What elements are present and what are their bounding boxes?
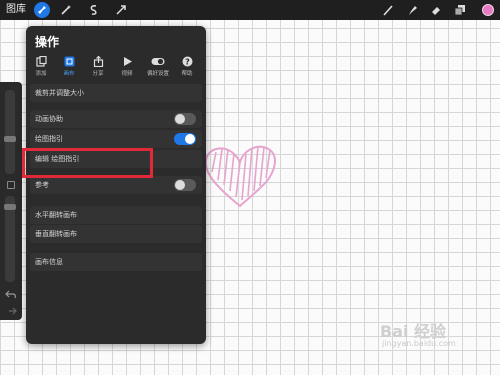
brush-size-knob[interactable] xyxy=(4,136,16,142)
help-icon: ? xyxy=(173,56,201,67)
smudge-icon[interactable] xyxy=(404,2,420,18)
tab-add[interactable]: 添加 xyxy=(27,56,55,77)
wrench-icon[interactable] xyxy=(34,2,50,18)
toggle-icon xyxy=(144,56,172,67)
left-sidebar xyxy=(0,82,22,320)
color-picker[interactable] xyxy=(482,4,494,16)
gallery-button[interactable]: 图库 xyxy=(6,3,26,17)
brush-size-slider[interactable] xyxy=(4,90,16,174)
tab-share[interactable]: 分享 xyxy=(84,56,112,77)
reference-toggle[interactable] xyxy=(174,179,196,191)
opacity-knob[interactable] xyxy=(4,204,16,210)
crop-resize-item[interactable]: 裁剪并调整大小 xyxy=(30,84,202,102)
flip-vertical-item[interactable]: 垂直翻转画布 xyxy=(30,225,202,243)
modify-button[interactable] xyxy=(7,181,15,189)
actions-panel: 操作 添加 画布 分享 视频 偏好设置 ? 帮助 裁剪并调整大小 动画协助 绘图… xyxy=(26,26,206,344)
add-icon xyxy=(27,56,55,67)
brush-icon[interactable] xyxy=(380,2,396,18)
svg-text:?: ? xyxy=(185,57,190,66)
eraser-icon[interactable] xyxy=(428,2,444,18)
drawing-guide-item[interactable]: 绘图指引 xyxy=(30,130,202,148)
opacity-slider[interactable] xyxy=(4,196,16,282)
selection-icon[interactable] xyxy=(86,2,102,18)
undo-icon[interactable] xyxy=(5,288,17,300)
highlight-box xyxy=(22,148,153,178)
watermark-url: jingyan.baidu.com xyxy=(382,339,456,348)
canvas-info-item[interactable]: 画布信息 xyxy=(30,253,202,271)
flip-horizontal-item[interactable]: 水平翻转画布 xyxy=(30,206,202,224)
redo-icon[interactable] xyxy=(5,305,17,317)
tab-help[interactable]: ? 帮助 xyxy=(173,56,201,77)
layers-icon[interactable] xyxy=(452,2,468,18)
tab-video[interactable]: 视频 xyxy=(113,56,141,77)
heart-drawing xyxy=(204,145,276,208)
tab-preferences[interactable]: 偏好设置 xyxy=(144,56,172,77)
animation-assist-item[interactable]: 动画协助 xyxy=(30,110,202,128)
play-icon xyxy=(113,56,141,67)
top-toolbar: 图库 xyxy=(0,0,500,20)
reference-item[interactable]: 参考 xyxy=(30,176,202,194)
magic-wand-icon[interactable] xyxy=(58,2,74,18)
panel-title: 操作 xyxy=(35,35,60,49)
drawing-guide-toggle[interactable] xyxy=(174,133,196,145)
animation-assist-toggle[interactable] xyxy=(174,113,196,125)
tab-canvas[interactable]: 画布 xyxy=(55,56,83,77)
canvas-icon xyxy=(55,56,83,67)
share-icon xyxy=(84,56,112,67)
transform-icon[interactable] xyxy=(113,2,129,18)
